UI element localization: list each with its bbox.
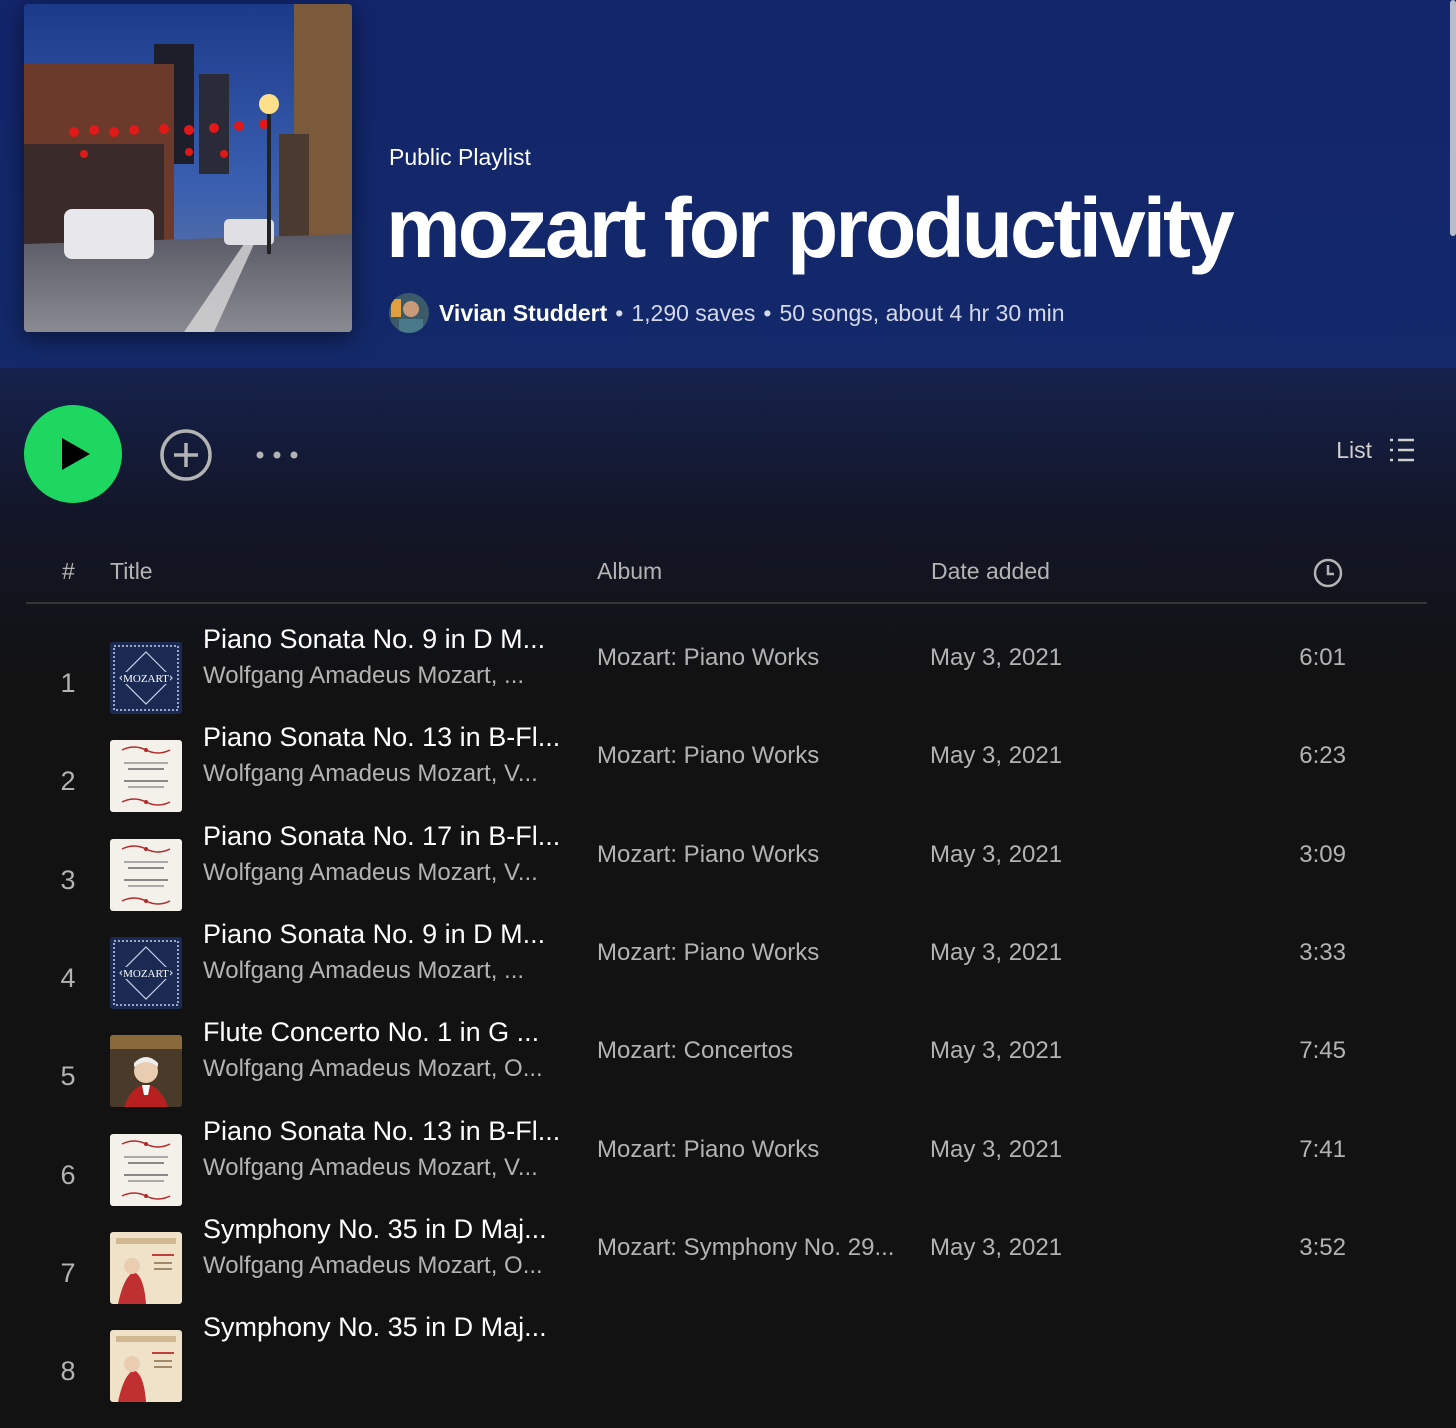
playlist-summary: 50 songs, about 4 hr 30 min xyxy=(779,299,1065,326)
owner-avatar[interactable] xyxy=(389,293,429,333)
track-title[interactable]: Piano Sonata No. 9 in D M... xyxy=(203,624,545,655)
play-icon xyxy=(62,438,90,470)
save-to-library-button[interactable] xyxy=(160,429,212,481)
saves-count: 1,290 saves xyxy=(631,299,756,326)
list-view-icon xyxy=(1390,438,1414,462)
track-title[interactable]: Symphony No. 35 in D Maj... xyxy=(203,1214,547,1245)
track-album[interactable]: Mozart: Piano Works xyxy=(597,644,819,672)
column-header-title[interactable]: Title xyxy=(110,558,153,585)
track-artist[interactable]: Wolfgang Amadeus Mozart, V... xyxy=(203,1154,538,1182)
track-album-art[interactable]: MOZART xyxy=(110,936,182,1009)
play-button[interactable] xyxy=(24,405,122,503)
track-album-art[interactable] xyxy=(110,1133,182,1206)
more-options-button[interactable] xyxy=(252,440,304,470)
track-title[interactable]: Flute Concerto No. 1 in G ... xyxy=(203,1017,539,1048)
track-duration: 3:52 xyxy=(1299,1233,1346,1261)
track-date-added: May 3, 2021 xyxy=(930,1037,1063,1065)
track-album-art[interactable] xyxy=(110,1035,182,1108)
track-date-added: May 3, 2021 xyxy=(930,644,1063,671)
track-title[interactable]: Piano Sonata No. 13 in B-Fl... xyxy=(203,1116,560,1147)
track-album-art[interactable] xyxy=(110,1231,182,1304)
track-album-art[interactable] xyxy=(110,740,182,813)
track-album-art[interactable]: MOZART xyxy=(110,642,182,714)
track-artist[interactable]: Wolfgang Amadeus Mozart, ... xyxy=(203,662,524,690)
track-title[interactable]: Piano Sonata No. 13 in B-Fl... xyxy=(203,722,560,753)
track-album[interactable]: Mozart: Piano Works xyxy=(597,841,819,869)
column-header-date-added[interactable]: Date added xyxy=(931,558,1050,585)
track-album[interactable]: Mozart: Symphony No. 29... xyxy=(597,1234,894,1262)
track-duration: 3:33 xyxy=(1299,938,1346,966)
meta-separator: • xyxy=(763,299,772,326)
meta-separator: • xyxy=(615,299,624,326)
header-divider xyxy=(26,602,1427,604)
track-number: 5 xyxy=(60,1061,76,1092)
playlist-cover-image[interactable] xyxy=(24,4,352,332)
track-number: 2 xyxy=(60,766,76,797)
view-mode-label: List xyxy=(1336,436,1372,463)
column-header-number: # xyxy=(62,558,75,584)
track-title[interactable]: Piano Sonata No. 17 in B-Fl... xyxy=(203,821,560,852)
track-duration: 7:41 xyxy=(1299,1135,1346,1163)
track-title[interactable]: Piano Sonata No. 9 in D M... xyxy=(203,919,545,950)
track-number: 7 xyxy=(60,1257,76,1288)
track-artist[interactable]: Wolfgang Amadeus Mozart, O... xyxy=(203,1252,543,1280)
track-number: 4 xyxy=(60,962,76,993)
track-album[interactable]: Mozart: Piano Works xyxy=(597,742,819,770)
track-number: 1 xyxy=(60,668,76,698)
track-duration: 3:09 xyxy=(1299,840,1346,868)
plus-circle-icon xyxy=(160,429,212,481)
track-number: 3 xyxy=(60,864,76,895)
track-date-added: May 3, 2021 xyxy=(930,1233,1063,1261)
svg-text:MOZART: MOZART xyxy=(123,673,169,685)
view-mode-toggle[interactable]: List xyxy=(1336,436,1416,464)
playlist-title: mozart for productivity xyxy=(386,181,1235,275)
track-artist[interactable]: Wolfgang Amadeus Mozart, V... xyxy=(203,760,538,788)
owner-link[interactable]: Vivian Studdert xyxy=(439,300,607,327)
column-header-album[interactable]: Album xyxy=(597,558,662,585)
track-date-added: May 3, 2021 xyxy=(930,840,1063,868)
scrollbar-thumb[interactable] xyxy=(1450,0,1456,236)
track-album-art[interactable] xyxy=(110,1330,182,1403)
track-title[interactable]: Symphony No. 35 in D Maj... xyxy=(203,1312,547,1343)
clock-icon xyxy=(1313,558,1343,588)
track-artist[interactable]: Wolfgang Amadeus Mozart, O... xyxy=(203,1055,543,1083)
track-date-added: May 3, 2021 xyxy=(930,938,1063,966)
track-album[interactable]: Mozart: Piano Works xyxy=(597,1136,819,1164)
track-number: 6 xyxy=(60,1159,76,1190)
column-header-duration[interactable] xyxy=(1312,557,1344,594)
track-date-added: May 3, 2021 xyxy=(930,1135,1063,1163)
track-album[interactable]: Mozart: Piano Works xyxy=(597,939,819,967)
track-album[interactable]: Mozart: Concertos xyxy=(597,1037,793,1065)
more-dots-icon xyxy=(256,451,298,459)
track-date-added: May 3, 2021 xyxy=(930,742,1063,770)
track-duration: 6:01 xyxy=(1299,644,1346,671)
track-duration: 7:45 xyxy=(1299,1037,1346,1065)
track-artist[interactable]: Wolfgang Amadeus Mozart, ... xyxy=(203,957,524,985)
track-artist[interactable]: Wolfgang Amadeus Mozart, V... xyxy=(203,859,538,887)
playlist-type-label: Public Playlist xyxy=(389,144,531,170)
track-album-art[interactable] xyxy=(110,838,182,911)
playlist-meta: Vivian Studdert • 1,290 saves • 50 songs… xyxy=(389,292,1065,334)
track-duration: 6:23 xyxy=(1299,742,1346,770)
svg-text:MOZART: MOZART xyxy=(123,968,169,980)
track-number: 8 xyxy=(60,1356,76,1387)
